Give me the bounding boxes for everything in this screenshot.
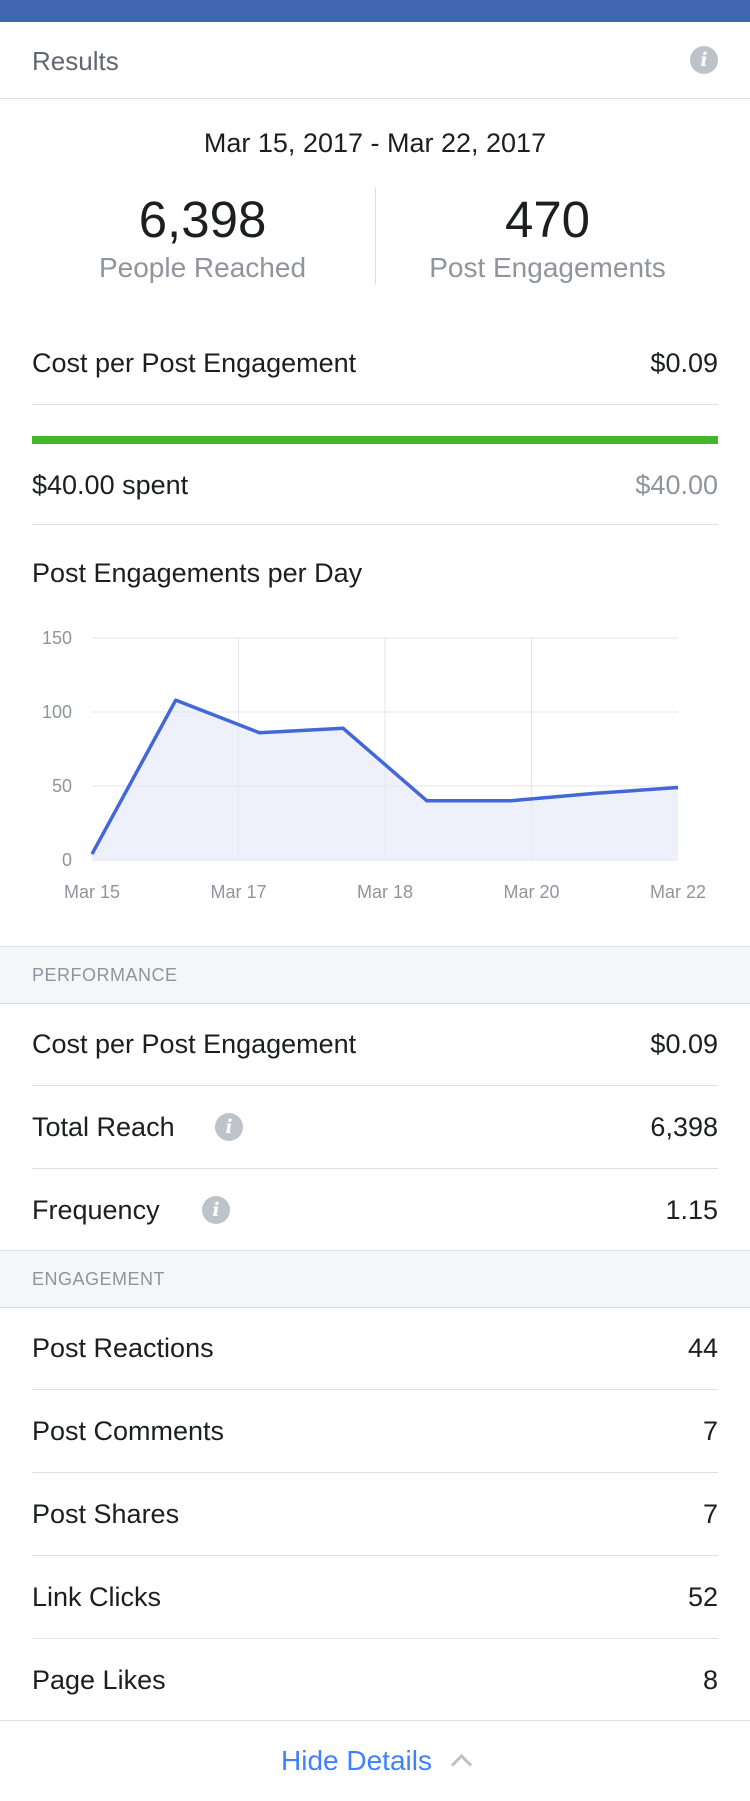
budget-spent-row: $40.00 spent $40.00 <box>32 446 718 525</box>
engagement-label: Post Reactions <box>32 1307 214 1389</box>
y-tick-label: 100 <box>42 702 72 722</box>
hide-details-label: Hide Details <box>281 1745 432 1776</box>
budget-total: $40.00 <box>635 446 718 524</box>
budget-progress-fill <box>32 436 718 444</box>
engagement-row-page-likes: Page Likes 8 <box>32 1639 718 1721</box>
post-engagements-value: 470 <box>375 190 720 250</box>
budget-progress-bar <box>32 436 718 444</box>
people-reached-value: 6,398 <box>30 190 375 250</box>
engagement-value: 7 <box>703 1390 718 1472</box>
performance-value: $0.09 <box>650 1003 718 1085</box>
engagement-label: Page Likes <box>32 1639 166 1721</box>
x-tick-label: Mar 22 <box>650 882 706 902</box>
footer: Hide Details <box>0 1720 750 1801</box>
cost-per-engagement-row: Cost per Post Engagement $0.09 <box>32 322 718 405</box>
chart-title: Post Engagements per Day <box>32 558 362 589</box>
chevron-up-icon <box>451 1754 472 1775</box>
people-reached-kpi: 6,398 People Reached <box>30 190 375 284</box>
x-tick-label: Mar 18 <box>357 882 413 902</box>
performance-row-cost: Cost per Post Engagement $0.09 <box>32 1003 718 1086</box>
top-bar <box>0 0 750 22</box>
engagement-value: 52 <box>688 1556 718 1638</box>
y-tick-label: 0 <box>62 850 72 870</box>
spent-text: $40.00 spent <box>32 446 188 524</box>
performance-label: Cost per Post Engagement <box>32 1003 356 1085</box>
performance-label: Total Reach <box>32 1086 175 1168</box>
engagement-row-shares: Post Shares 7 <box>32 1473 718 1556</box>
engagement-value: 7 <box>703 1473 718 1555</box>
performance-value: 1.15 <box>665 1169 718 1251</box>
x-tick-label: Mar 15 <box>64 882 120 902</box>
engagements-chart: 150 100 50 0 Mar 15 Mar 17 Mar 18 Mar 20 Mar 22 <box>0 610 750 920</box>
post-engagements-label: Post Engagements <box>375 252 720 284</box>
spent-amount: $40.00 <box>32 470 115 500</box>
performance-heading: PERFORMANCE <box>32 947 178 1003</box>
spent-word: spent <box>122 470 188 500</box>
engagement-label: Post Shares <box>32 1473 179 1555</box>
y-tick-label: 50 <box>52 776 72 796</box>
cost-label: Cost per Post Engagement <box>32 322 356 404</box>
post-engagements-kpi: 470 Post Engagements <box>375 190 720 284</box>
performance-row-frequency: Frequency i 1.15 <box>32 1169 718 1251</box>
engagement-row-reactions: Post Reactions 44 <box>32 1307 718 1390</box>
engagement-heading: ENGAGEMENT <box>32 1251 165 1307</box>
performance-label: Frequency <box>32 1169 160 1251</box>
engagement-section-header: ENGAGEMENT <box>0 1250 750 1308</box>
engagement-value: 44 <box>688 1307 718 1389</box>
info-icon[interactable]: i <box>202 1196 230 1224</box>
engagement-label: Link Clicks <box>32 1556 161 1638</box>
engagement-label: Post Comments <box>32 1390 224 1472</box>
performance-value: 6,398 <box>650 1086 718 1168</box>
hide-details-button[interactable]: Hide Details <box>0 1721 750 1801</box>
x-tick-label: Mar 17 <box>210 882 266 902</box>
results-title: Results <box>32 46 119 77</box>
performance-section-header: PERFORMANCE <box>0 946 750 1004</box>
info-icon[interactable]: i <box>215 1113 243 1141</box>
people-reached-label: People Reached <box>30 252 375 284</box>
cost-value: $0.09 <box>650 322 718 404</box>
x-tick-label: Mar 20 <box>503 882 559 902</box>
performance-row-total-reach: Total Reach i 6,398 <box>32 1086 718 1169</box>
engagement-row-link-clicks: Link Clicks 52 <box>32 1556 718 1639</box>
info-icon[interactable]: i <box>690 46 718 74</box>
results-header: Results i <box>0 22 750 99</box>
engagement-row-comments: Post Comments 7 <box>32 1390 718 1473</box>
engagement-value: 8 <box>703 1639 718 1721</box>
y-tick-label: 150 <box>42 628 72 648</box>
date-range: Mar 15, 2017 - Mar 22, 2017 <box>0 128 750 159</box>
